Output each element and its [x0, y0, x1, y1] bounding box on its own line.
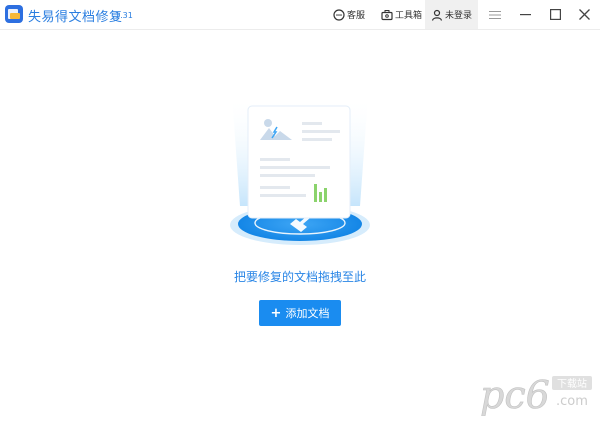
drop-zone-illustration[interactable]: [220, 88, 380, 253]
minimize-button[interactable]: [510, 0, 540, 29]
title-bar: 失易得文档修复 1.31 客服 工具箱 未登录: [0, 0, 600, 30]
login-label: 未登录: [445, 11, 473, 21]
watermark-brand: pc6: [480, 373, 550, 416]
toolbox-icon: [381, 9, 393, 20]
menu-button[interactable]: [480, 0, 510, 29]
maximize-button[interactable]: [540, 0, 570, 29]
drop-hint-text: 把要修复的文档拖拽至此: [233, 270, 366, 284]
app-title: 失易得文档修复: [28, 10, 123, 25]
toolbox-label: 工具箱: [395, 11, 423, 21]
user-icon: [431, 9, 443, 21]
app-version: 1.31: [115, 11, 133, 20]
watermark-sub-bottom: .com: [556, 394, 588, 409]
add-document-button[interactable]: + 添加文档: [259, 300, 341, 326]
maximize-icon: [549, 9, 561, 20]
close-icon: [578, 9, 590, 20]
toolbox-button[interactable]: 工具箱: [381, 0, 422, 29]
login-button[interactable]: 未登录: [425, 0, 478, 29]
pc6-watermark-logo: pc6 下载站 .com: [480, 373, 592, 416]
customer-service-button[interactable]: 客服: [333, 0, 365, 29]
hamburger-menu-icon: [489, 10, 501, 19]
customer-service-label: 客服: [347, 11, 366, 21]
plus-icon: +: [270, 305, 282, 321]
app-logo-icon: [5, 5, 23, 23]
chat-icon: [333, 8, 345, 21]
minimize-icon: [519, 14, 531, 16]
watermark-sub-top: 下载站: [557, 377, 587, 390]
add-document-label: 添加文档: [285, 307, 330, 320]
close-button[interactable]: [569, 0, 599, 29]
